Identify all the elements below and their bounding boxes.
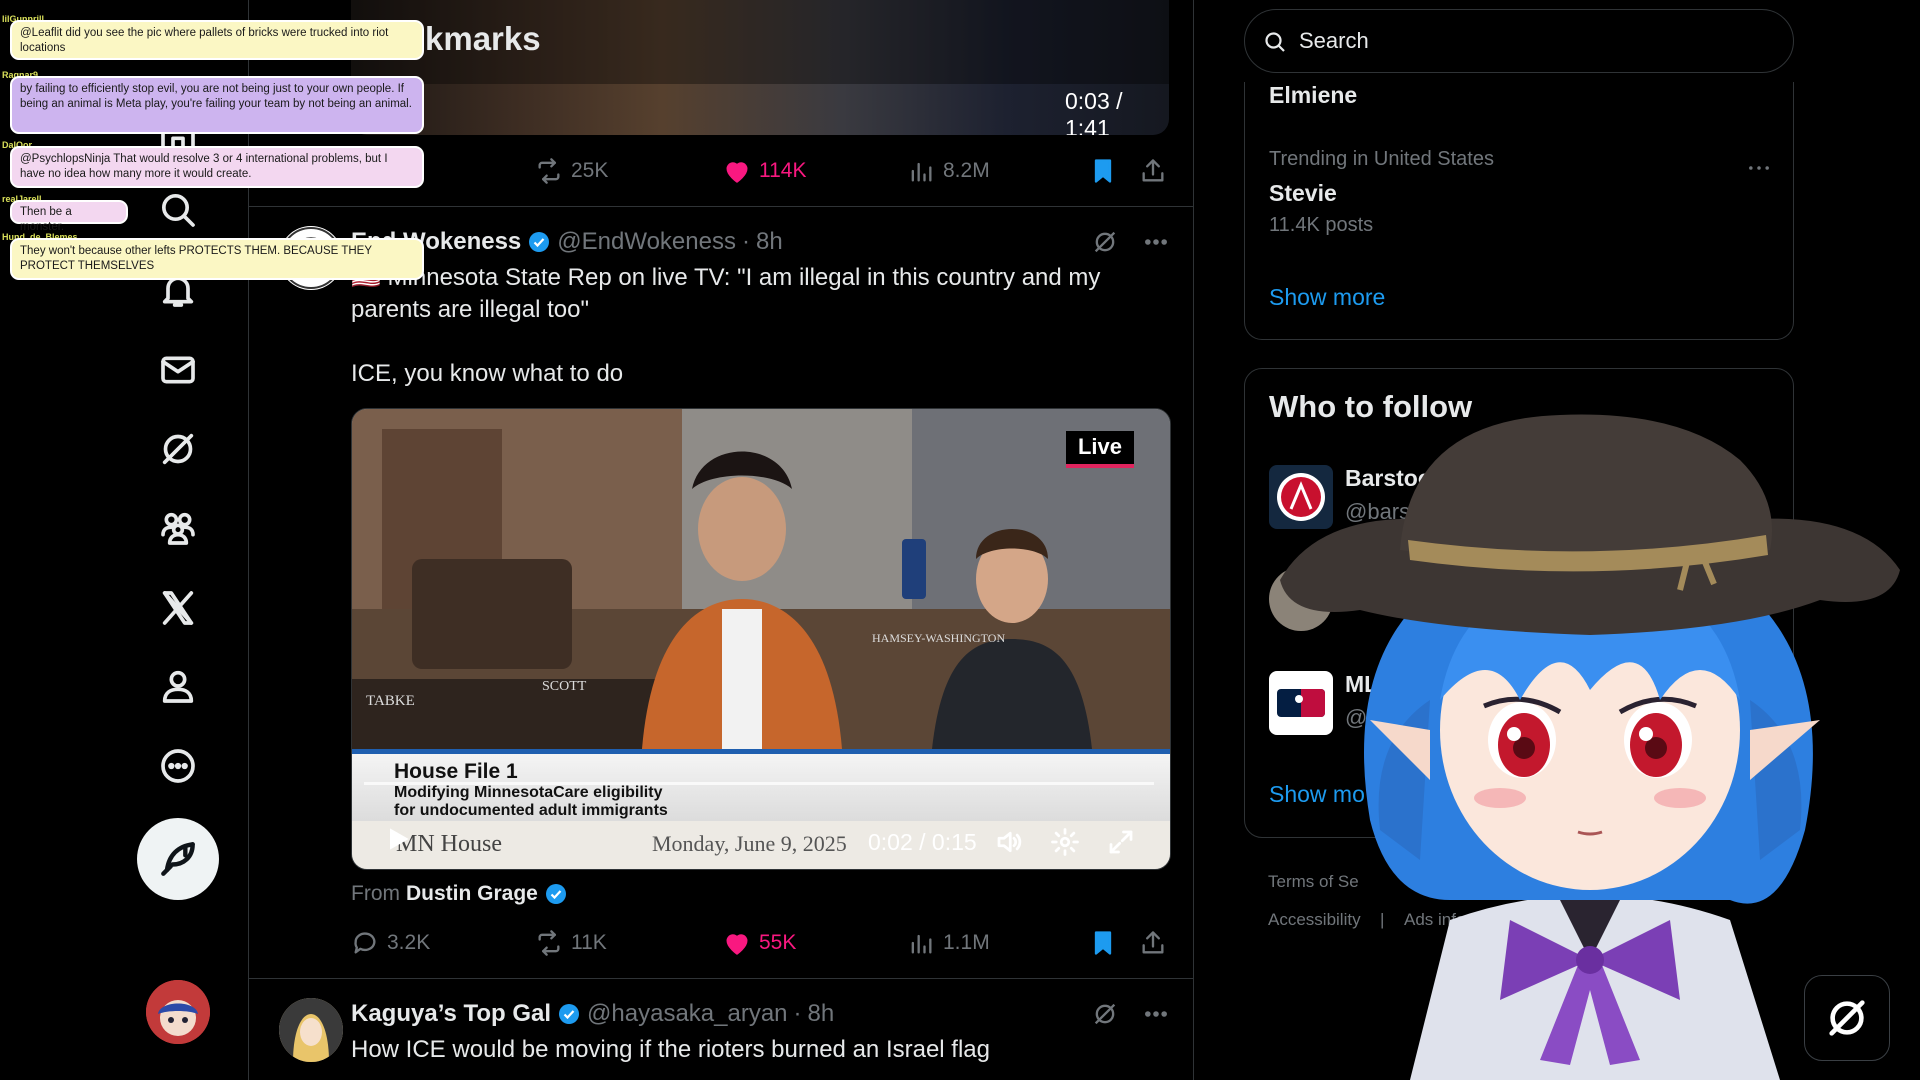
settings-icon[interactable] bbox=[1050, 827, 1080, 857]
heart-icon bbox=[726, 162, 748, 183]
verified-badge-icon bbox=[545, 884, 566, 904]
views-button[interactable]: 1.1M bbox=[907, 929, 990, 957]
broadcast-date: Monday, June 9, 2025 bbox=[652, 831, 847, 856]
feather-icon bbox=[161, 842, 195, 876]
chat-message: They won't because other lefts PROTECTS … bbox=[10, 238, 424, 280]
tweet-author[interactable]: Kaguya’s Top Gal @hayasaka_aryan · 8h bbox=[351, 1000, 834, 1028]
chat-message: by failing to efficiently stop evil, you… bbox=[10, 76, 424, 134]
x-logo-icon[interactable] bbox=[148, 578, 208, 638]
tweet-text: How ICE would be moving if the rioters b… bbox=[351, 1036, 990, 1063]
grok-button[interactable] bbox=[1804, 975, 1890, 1061]
views-icon bbox=[911, 934, 932, 954]
retweet-button[interactable]: 25K bbox=[535, 157, 608, 185]
tweet-divider bbox=[249, 978, 1193, 979]
post-button[interactable] bbox=[137, 818, 219, 900]
tweet-video-player[interactable]: Live TABKE SCOTT HAMSEY-WASHINGTON House… bbox=[351, 408, 1171, 870]
tweet-time[interactable]: 8h bbox=[756, 228, 783, 256]
share-icon bbox=[1142, 159, 1164, 182]
video-frame bbox=[352, 409, 1170, 749]
search-icon[interactable] bbox=[148, 180, 208, 240]
more-options-icon[interactable] bbox=[1142, 1000, 1170, 1028]
video-time: 0:02 / 0:15 bbox=[868, 829, 977, 855]
grok-icon[interactable] bbox=[1091, 228, 1119, 256]
tweet-text: 🇺🇸 Minnesota State Rep on live TV: "I am… bbox=[351, 264, 1101, 387]
retweet-button[interactable]: 11K bbox=[535, 929, 607, 957]
bookmark-button[interactable] bbox=[1089, 929, 1117, 957]
bookmark-button[interactable] bbox=[1089, 157, 1117, 185]
video-progress-bar[interactable] bbox=[364, 782, 1154, 785]
lower-third-subtitle: Modifying MinnesotaCare eligibility bbox=[394, 784, 663, 801]
video-source: From Dustin Grage bbox=[351, 882, 568, 906]
grok-icon[interactable] bbox=[1091, 1000, 1119, 1028]
like-count: 114K bbox=[759, 159, 807, 182]
search-input[interactable] bbox=[1297, 24, 1771, 58]
author-name[interactable]: Kaguya’s Top Gal bbox=[351, 1000, 551, 1028]
profile-icon[interactable] bbox=[148, 656, 208, 716]
tweet-time[interactable]: 8h bbox=[808, 1000, 835, 1028]
network-bar: MN House Monday, June 9, 2025 bbox=[352, 821, 1170, 869]
heart-icon bbox=[726, 934, 748, 955]
lower-third: House File 1 Modifying MinnesotaCare eli… bbox=[352, 749, 1170, 826]
reply-icon bbox=[354, 932, 376, 954]
nameplate: TABKE bbox=[366, 693, 415, 709]
retweet-count: 11K bbox=[571, 931, 607, 954]
tweet-divider bbox=[249, 206, 1193, 207]
trend-post-count: 11.4K posts bbox=[1269, 214, 1374, 236]
trend-name[interactable]: Elmiene bbox=[1269, 82, 1357, 109]
lower-third-title: House File 1 bbox=[394, 760, 518, 783]
chat-message: @Leaflit did you see the pic where palle… bbox=[10, 20, 424, 60]
search-box[interactable] bbox=[1244, 9, 1794, 73]
source-author[interactable]: Dustin Grage bbox=[406, 882, 538, 906]
more-options-icon[interactable] bbox=[1142, 228, 1170, 256]
nameplate: SCOTT bbox=[542, 679, 587, 694]
view-count: 8.2M bbox=[943, 159, 990, 182]
author-handle[interactable]: @hayasaka_aryan bbox=[587, 1000, 787, 1028]
verified-badge-icon bbox=[529, 232, 550, 252]
author-handle[interactable]: @EndWokeness bbox=[557, 228, 736, 256]
like-button[interactable]: 55K bbox=[723, 929, 796, 957]
views-button[interactable]: 8.2M bbox=[907, 157, 990, 185]
grok-icon[interactable] bbox=[148, 419, 208, 479]
chat-message: Then be a monster. bbox=[10, 200, 128, 233]
retweet-count: 25K bbox=[571, 159, 609, 182]
trend-name[interactable]: Stevie bbox=[1269, 180, 1337, 207]
from-label: From bbox=[351, 882, 400, 905]
live-badge: Live bbox=[1065, 431, 1134, 468]
author-avatar[interactable] bbox=[279, 998, 343, 1062]
share-button[interactable] bbox=[1139, 929, 1167, 957]
chat-message: @PsychlopsNinja That would resolve 3 or … bbox=[10, 146, 424, 188]
trends-panel: Elmiene Trending in United States Stevie… bbox=[1244, 82, 1794, 340]
search-icon bbox=[1265, 32, 1285, 52]
like-button[interactable]: 114K bbox=[723, 157, 807, 185]
trend-context: Trending in United States bbox=[1269, 148, 1494, 170]
view-count: 1.1M bbox=[943, 931, 990, 954]
bookmark-icon bbox=[1094, 159, 1112, 183]
retweet-icon bbox=[538, 158, 560, 184]
retweet-icon bbox=[538, 930, 560, 956]
account-avatar[interactable] bbox=[146, 980, 210, 1044]
like-count: 55K bbox=[759, 931, 797, 954]
lower-third-subtitle: for undocumented adult immigrants bbox=[394, 802, 668, 819]
messages-icon[interactable] bbox=[148, 340, 208, 400]
show-more-link[interactable]: Show more bbox=[1269, 284, 1385, 311]
fullscreen-icon[interactable] bbox=[1106, 827, 1136, 857]
volume-icon[interactable] bbox=[994, 827, 1024, 857]
bookmark-icon bbox=[1094, 931, 1112, 955]
share-icon bbox=[1142, 931, 1164, 954]
page-title: kmarks bbox=[425, 20, 541, 57]
nameplate: HAMSEY-WASHINGTON bbox=[872, 631, 1006, 645]
communities-icon[interactable] bbox=[148, 498, 208, 558]
grok-icon bbox=[1829, 1000, 1865, 1036]
views-icon bbox=[911, 162, 932, 182]
video-time: 0:03 / 1:41 bbox=[1065, 88, 1123, 135]
more-icon[interactable] bbox=[148, 736, 208, 796]
reply-button[interactable]: 3.2K bbox=[351, 929, 430, 957]
verified-badge-icon bbox=[559, 1004, 580, 1024]
play-icon[interactable] bbox=[382, 823, 414, 855]
share-button[interactable] bbox=[1139, 157, 1167, 185]
reply-count: 3.2K bbox=[387, 931, 431, 954]
trend-more-icon[interactable] bbox=[1745, 154, 1773, 182]
